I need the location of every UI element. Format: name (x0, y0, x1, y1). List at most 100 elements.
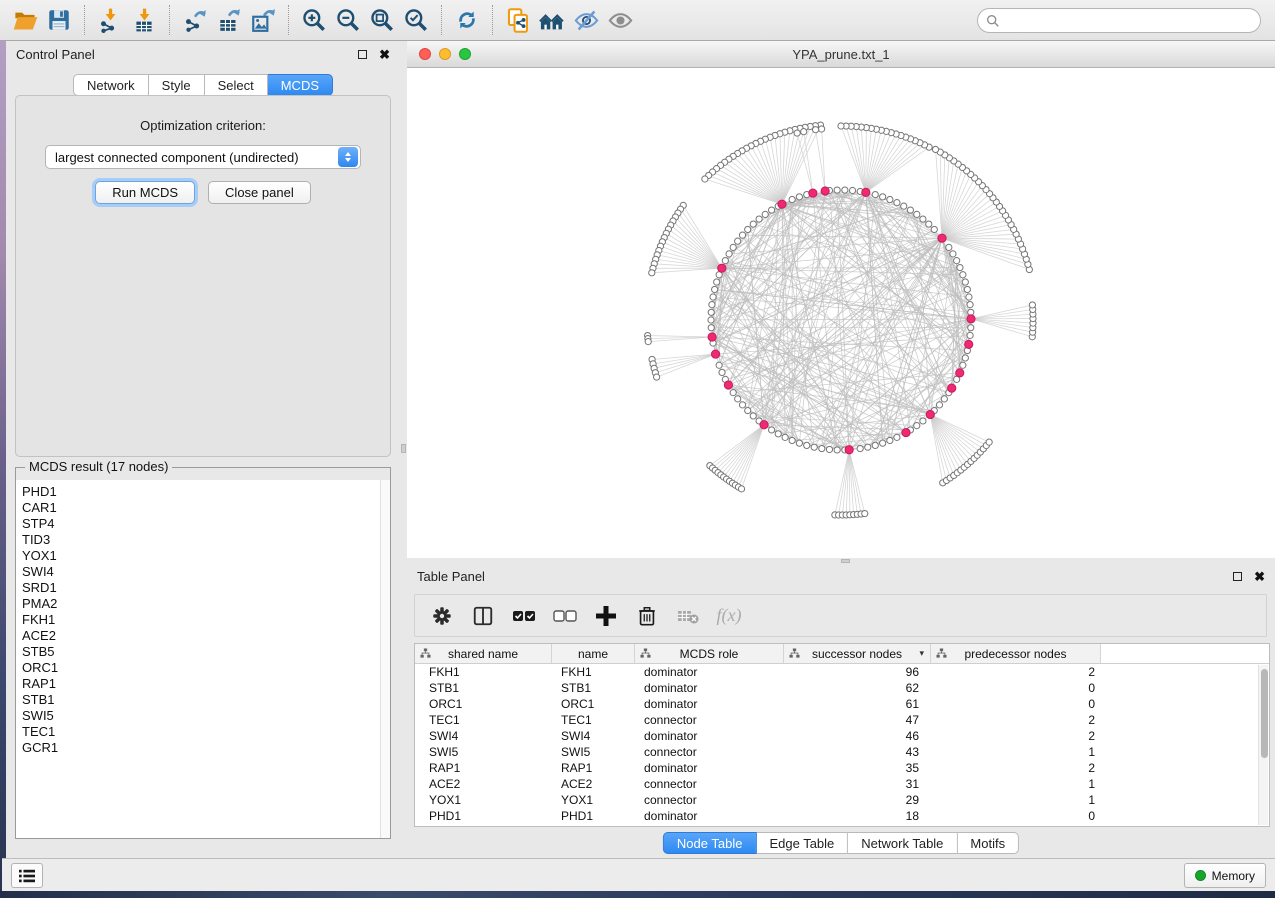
tab-network[interactable]: Network (73, 74, 149, 96)
network-node[interactable] (962, 355, 968, 361)
network-mcds-hub-node[interactable] (845, 446, 853, 454)
export-table-button[interactable] (212, 3, 246, 37)
select-all-button[interactable] (511, 603, 537, 629)
search-field[interactable] (977, 8, 1261, 33)
table-row[interactable]: ACE2ACE2connector311 (415, 776, 1269, 792)
float-panel-icon[interactable] (1233, 572, 1242, 581)
column-header-MCDS-role[interactable]: MCDS role (635, 644, 784, 663)
network-mcds-hub-node[interactable] (956, 369, 964, 377)
column-visibility-button[interactable] (470, 603, 496, 629)
network-mcds-hub-node[interactable] (708, 333, 716, 341)
network-node[interactable] (865, 444, 871, 450)
network-node[interactable] (745, 407, 751, 413)
refresh-layout-button[interactable] (450, 3, 484, 37)
scrollbar-thumb[interactable] (1261, 669, 1268, 758)
network-node[interactable] (872, 442, 878, 448)
table-row[interactable]: TEC1TEC1connector472 (415, 712, 1269, 728)
network-mcds-hub-node[interactable] (926, 410, 934, 418)
network-node[interactable] (894, 200, 900, 206)
network-node[interactable] (894, 434, 900, 440)
deselect-all-button[interactable] (552, 603, 578, 629)
hide-selected-button[interactable] (569, 3, 603, 37)
network-node[interactable] (796, 194, 802, 200)
network-node[interactable] (819, 445, 825, 451)
search-input[interactable] (1000, 11, 1260, 31)
network-node[interactable] (735, 238, 741, 244)
mcds-result-item[interactable]: SWI5 (22, 708, 380, 724)
tab-motifs[interactable]: Motifs (957, 832, 1019, 854)
network-node[interactable] (901, 203, 907, 209)
network-leaf-node[interactable] (932, 146, 938, 152)
network-leaf-node[interactable] (862, 510, 868, 516)
export-image-button[interactable] (246, 3, 280, 37)
table-row[interactable]: RAP1RAP1dominator352 (415, 760, 1269, 776)
run-mcds-button[interactable]: Run MCDS (95, 181, 195, 204)
network-node[interactable] (709, 302, 715, 308)
network-node[interactable] (722, 258, 728, 264)
network-node[interactable] (762, 211, 768, 217)
network-node[interactable] (926, 221, 932, 227)
mcds-result-item[interactable]: ACE2 (22, 628, 380, 644)
mcds-result-item[interactable]: STB1 (22, 692, 380, 708)
network-node[interactable] (960, 272, 966, 278)
network-node[interactable] (872, 191, 878, 197)
table-settings-button[interactable] (429, 603, 455, 629)
network-node[interactable] (739, 402, 745, 408)
network-node[interactable] (960, 362, 966, 368)
tab-style[interactable]: Style (149, 74, 205, 96)
table-row[interactable]: SWI4SWI4dominator462 (415, 728, 1269, 744)
network-mcds-hub-node[interactable] (809, 189, 817, 197)
column-header-predecessor-nodes[interactable]: predecessor nodes (931, 644, 1101, 663)
network-node[interactable] (750, 221, 756, 227)
table-row[interactable]: STB1STB1dominator620 (415, 680, 1269, 696)
mcds-result-item[interactable]: RAP1 (22, 676, 380, 692)
mcds-result-item[interactable]: STB5 (22, 644, 380, 660)
network-node[interactable] (914, 211, 920, 217)
table-row[interactable]: ORC1ORC1dominator610 (415, 696, 1269, 712)
network-node[interactable] (745, 226, 751, 232)
network-leaf-node[interactable] (838, 123, 844, 129)
splitter-grip[interactable] (401, 444, 406, 453)
network-node[interactable] (708, 317, 714, 323)
network-node[interactable] (769, 207, 775, 213)
network-leaf-node[interactable] (649, 270, 655, 276)
network-node[interactable] (789, 196, 795, 202)
table-row[interactable]: SWI5SWI5connector431 (415, 744, 1269, 760)
tab-network-table[interactable]: Network Table (848, 832, 957, 854)
network-mcds-hub-node[interactable] (948, 384, 956, 392)
mcds-result-list[interactable]: PHD1CAR1STP4TID3YOX1SWI4SRD1PMA2FKH1ACE2… (16, 480, 380, 838)
zoom-out-button[interactable] (331, 3, 365, 37)
network-leaf-node[interactable] (813, 127, 819, 133)
mcds-result-item[interactable]: YOX1 (22, 548, 380, 564)
mcds-result-item[interactable]: ORC1 (22, 660, 380, 676)
network-node[interactable] (887, 437, 893, 443)
network-mcds-hub-node[interactable] (902, 428, 910, 436)
network-node[interactable] (962, 279, 968, 285)
network-node[interactable] (710, 294, 716, 300)
mcds-result-item[interactable]: SWI4 (22, 564, 380, 580)
network-node[interactable] (750, 413, 756, 419)
network-node[interactable] (964, 286, 970, 292)
network-node[interactable] (907, 207, 913, 213)
column-header-shared-name[interactable]: shared name (415, 644, 552, 663)
network-node[interactable] (946, 244, 952, 250)
network-node[interactable] (719, 369, 725, 375)
node-table[interactable]: shared namenameMCDS rolesuccessor nodes▾… (414, 643, 1270, 827)
network-mcds-hub-node[interactable] (718, 264, 726, 272)
first-neighbors-button[interactable] (535, 3, 569, 37)
table-row[interactable]: PHD1PHD1dominator180 (415, 808, 1269, 824)
network-node[interactable] (730, 390, 736, 396)
network-leaf-node[interactable] (986, 439, 992, 445)
network-node[interactable] (811, 444, 817, 450)
zoom-fit-button[interactable] (365, 3, 399, 37)
close-panel-button[interactable]: Close panel (208, 181, 311, 204)
network-node[interactable] (708, 325, 714, 331)
network-node[interactable] (967, 302, 973, 308)
close-panel-icon[interactable]: ✖ (1254, 570, 1265, 583)
network-mcds-hub-node[interactable] (821, 187, 829, 195)
float-panel-icon[interactable] (358, 50, 367, 59)
table-row[interactable]: YOX1YOX1connector291 (415, 792, 1269, 808)
network-node[interactable] (936, 402, 942, 408)
network-leaf-node[interactable] (702, 176, 708, 182)
tab-select[interactable]: Select (205, 74, 268, 96)
